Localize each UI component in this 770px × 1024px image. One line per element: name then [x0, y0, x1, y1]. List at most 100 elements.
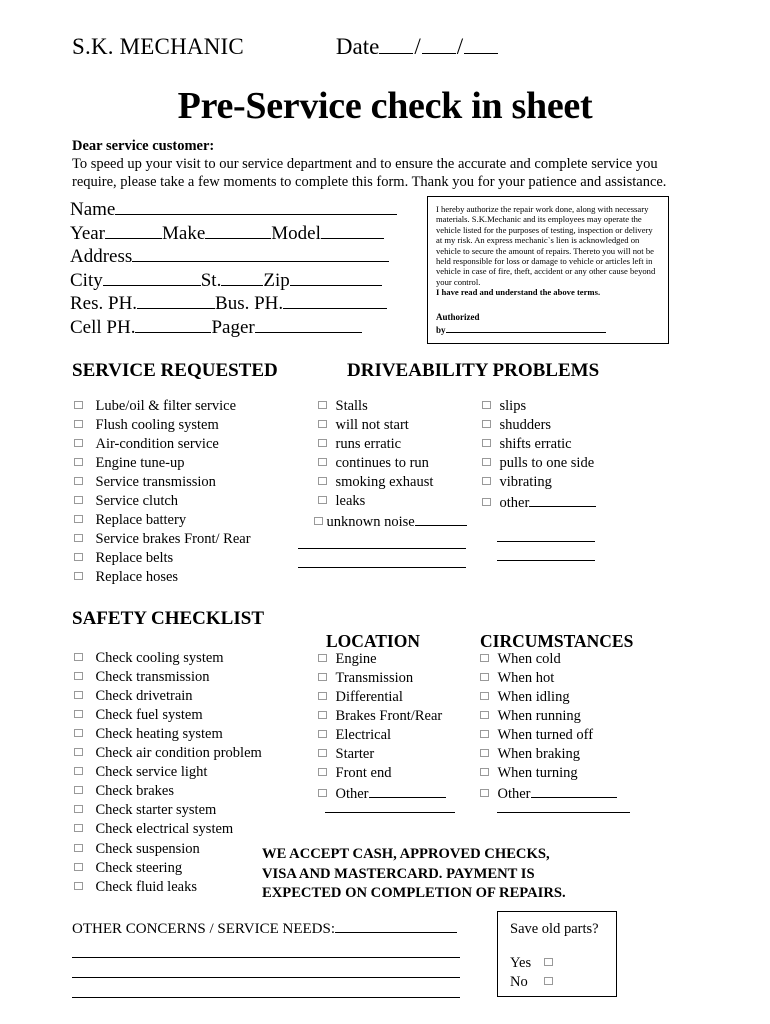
checkbox-row[interactable]: When turned off: [480, 727, 617, 746]
other-concerns-blank-2[interactable]: [72, 977, 460, 978]
checkbox-row[interactable]: leaks: [318, 493, 467, 512]
checkbox-row[interactable]: When hot: [480, 670, 617, 689]
checkbox-row[interactable]: shifts erratic: [482, 436, 596, 455]
checkbox-icon[interactable]: [74, 671, 83, 680]
checkbox-row[interactable]: Other: [480, 784, 617, 803]
other-concerns-blank-3[interactable]: [72, 997, 460, 998]
checkbox-row[interactable]: Check service light: [74, 764, 262, 783]
checkbox-icon[interactable]: [318, 788, 327, 797]
checkbox-icon[interactable]: [318, 672, 327, 681]
checkbox-icon[interactable]: [544, 976, 553, 985]
address-input-blank[interactable]: [132, 246, 390, 262]
checkbox-row[interactable]: Replace hoses: [74, 569, 251, 588]
driveability-col2-write-in-2[interactable]: [497, 560, 595, 561]
checkbox-row[interactable]: Check suspension: [74, 841, 262, 860]
checkbox-row[interactable]: Replace battery: [74, 512, 251, 531]
checkbox-icon[interactable]: [318, 653, 327, 662]
make-input-blank[interactable]: [205, 223, 272, 239]
checkbox-icon[interactable]: [74, 400, 83, 409]
checkbox-row[interactable]: slips: [482, 398, 596, 417]
driveability-col1-write-in-2[interactable]: [298, 567, 466, 568]
checkbox-icon[interactable]: [74, 862, 83, 871]
checkbox-row[interactable]: Check air condition problem: [74, 745, 262, 764]
checkbox-icon[interactable]: [482, 400, 491, 409]
checkbox-icon[interactable]: [482, 457, 491, 466]
checkbox-icon[interactable]: [318, 495, 327, 504]
checkbox-icon[interactable]: [74, 785, 83, 794]
checkbox-icon[interactable]: [480, 748, 489, 757]
checkbox-row[interactable]: Check brakes: [74, 783, 262, 802]
checkbox-row[interactable]: Engine: [318, 651, 446, 670]
checkbox-row[interactable]: Service clutch: [74, 493, 251, 512]
driveability-other-blank[interactable]: [529, 493, 597, 507]
checkbox-icon[interactable]: [480, 729, 489, 738]
circumstances-other-blank[interactable]: [530, 784, 617, 798]
checkbox-row[interactable]: Starter: [318, 746, 446, 765]
model-input-blank[interactable]: [320, 223, 384, 239]
checkbox-icon[interactable]: [74, 804, 83, 813]
checkbox-row[interactable]: Front end: [318, 765, 446, 784]
checkbox-row[interactable]: Check starter system: [74, 802, 262, 821]
checkbox-icon[interactable]: [74, 881, 83, 890]
checkbox-row[interactable]: Check fuel system: [74, 707, 262, 726]
unknown-noise-blank[interactable]: [414, 512, 467, 526]
checkbox-row[interactable]: shudders: [482, 417, 596, 436]
date-field[interactable]: Date / /: [336, 34, 499, 60]
driveability-col1-write-in-1[interactable]: [298, 548, 466, 549]
checkbox-icon[interactable]: [482, 497, 491, 506]
checkbox-icon[interactable]: [318, 438, 327, 447]
checkbox-row[interactable]: Lube/oil & filter service: [74, 398, 251, 417]
checkbox-icon[interactable]: [318, 419, 327, 428]
checkbox-icon[interactable]: [74, 728, 83, 737]
signature-blank[interactable]: [445, 322, 606, 333]
checkbox-icon[interactable]: [318, 729, 327, 738]
res-phone-input-blank[interactable]: [137, 293, 216, 309]
checkbox-row[interactable]: When braking: [480, 746, 617, 765]
checkbox-icon[interactable]: [74, 514, 83, 523]
checkbox-row[interactable]: Check fluid leaks: [74, 879, 262, 898]
checkbox-row[interactable]: Check drivetrain: [74, 688, 262, 707]
name-input-blank[interactable]: [115, 199, 398, 215]
checkbox-icon[interactable]: [480, 672, 489, 681]
checkbox-row[interactable]: Check cooling system: [74, 650, 262, 669]
checkbox-row[interactable]: When turning: [480, 765, 617, 784]
checkbox-row[interactable]: When idling: [480, 689, 617, 708]
driveability-col2-write-in-1[interactable]: [497, 541, 595, 542]
bus-phone-input-blank[interactable]: [283, 293, 388, 309]
checkbox-icon[interactable]: [74, 766, 83, 775]
checkbox-icon[interactable]: [318, 767, 327, 776]
date-day-blank[interactable]: [421, 36, 456, 54]
checkbox-row[interactable]: Air-condition service: [74, 436, 251, 455]
checkbox-icon[interactable]: [482, 438, 491, 447]
checkbox-row[interactable]: Brakes Front/Rear: [318, 708, 446, 727]
year-input-blank[interactable]: [105, 223, 163, 239]
checkbox-icon[interactable]: [74, 709, 83, 718]
checkbox-row[interactable]: Service brakes Front/ Rear: [74, 531, 251, 550]
checkbox-icon[interactable]: [544, 957, 553, 966]
checkbox-icon[interactable]: [74, 419, 83, 428]
checkbox-icon[interactable]: [480, 710, 489, 719]
checkbox-icon[interactable]: [74, 476, 83, 485]
date-month-blank[interactable]: [379, 36, 414, 54]
checkbox-icon[interactable]: [74, 571, 83, 580]
checkbox-row[interactable]: Check transmission: [74, 669, 262, 688]
checkbox-row[interactable]: Differential: [318, 689, 446, 708]
checkbox-row[interactable]: Service transmission: [74, 474, 251, 493]
checkbox-row[interactable]: continues to run: [318, 455, 467, 474]
pager-input-blank[interactable]: [254, 317, 362, 333]
checkbox-icon[interactable]: [480, 767, 489, 776]
checkbox-row[interactable]: When running: [480, 708, 617, 727]
checkbox-row[interactable]: Stalls: [318, 398, 467, 417]
checkbox-icon[interactable]: [74, 457, 83, 466]
checkbox-row[interactable]: will not start: [318, 417, 467, 436]
checkbox-icon[interactable]: [318, 476, 327, 485]
checkbox-row[interactable]: runs erratic: [318, 436, 467, 455]
checkbox-row[interactable]: other: [482, 493, 597, 512]
location-write-in[interactable]: [325, 812, 455, 813]
checkbox-icon[interactable]: [480, 653, 489, 662]
checkbox-row[interactable]: vibrating: [482, 474, 596, 493]
checkbox-icon[interactable]: [74, 495, 83, 504]
checkbox-icon[interactable]: [74, 552, 83, 561]
checkbox-icon[interactable]: [482, 476, 491, 485]
checkbox-row[interactable]: unknown noise: [314, 512, 467, 531]
